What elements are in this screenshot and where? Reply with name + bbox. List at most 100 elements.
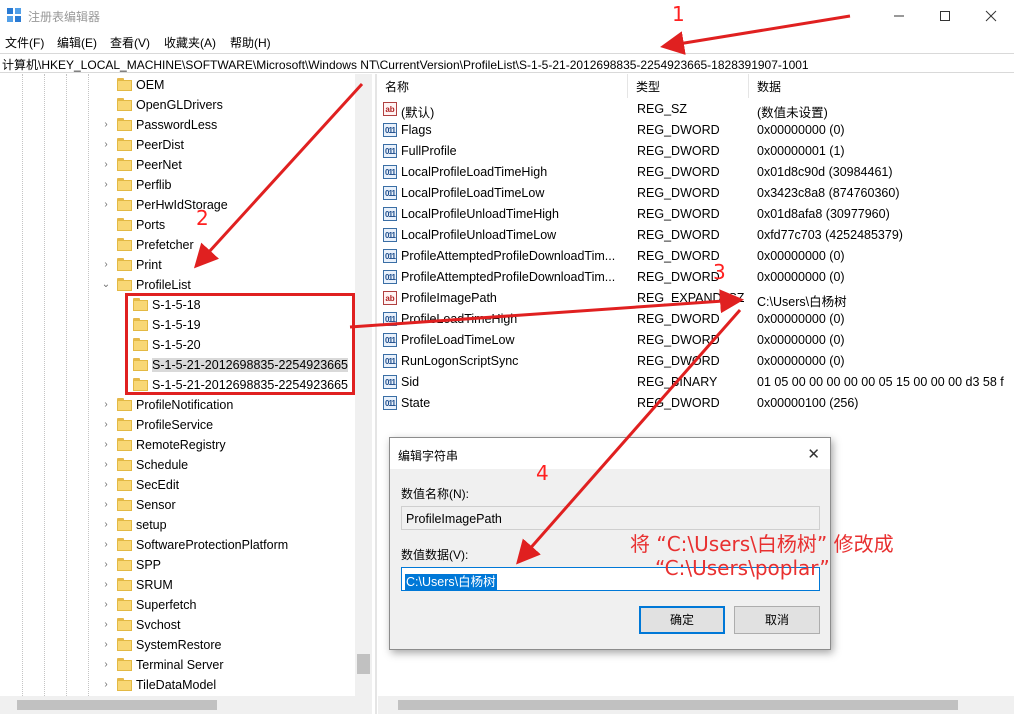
scrollbar-thumb[interactable] xyxy=(17,700,217,710)
expand-chevron-icon[interactable]: › xyxy=(101,178,111,192)
value-row[interactable]: ab (默认) REG_SZ (数值未设置) xyxy=(378,99,1014,120)
value-row[interactable]: ab ProfileImagePath REG_EXPAND_SZ C:\Users\… xyxy=(378,288,1014,309)
value-data: 0x00000000 (0) xyxy=(757,249,845,263)
value-row[interactable]: 011 State REG_DWORD 0x00000100 (256) xyxy=(378,393,1014,414)
minimize-button[interactable] xyxy=(876,0,922,31)
expand-chevron-icon[interactable]: › xyxy=(101,258,111,272)
tree-item[interactable]: Ports xyxy=(0,215,360,235)
maximize-button[interactable] xyxy=(922,0,968,31)
minimize-icon xyxy=(894,15,904,16)
menu-favorites[interactable]: 收藏夹(A) xyxy=(164,34,216,51)
tree-item[interactable]: › PasswordLess xyxy=(0,115,360,135)
column-header-name[interactable]: 名称 xyxy=(378,74,628,98)
tree-item[interactable]: › Svchost xyxy=(0,615,360,635)
expand-chevron-icon[interactable]: › xyxy=(101,198,111,212)
value-row[interactable]: 011 ProfileAttemptedProfileDownloadTim...… xyxy=(378,267,1014,288)
tree-item[interactable]: › SystemRestore xyxy=(0,635,360,655)
expand-chevron-icon[interactable]: › xyxy=(101,418,111,432)
tree-item[interactable]: › SecEdit xyxy=(0,475,360,495)
expand-chevron-icon[interactable]: › xyxy=(101,638,111,652)
tree-item-label: Svchost xyxy=(136,618,181,632)
expand-chevron-icon[interactable]: › xyxy=(101,578,111,592)
value-data: C:\Users\白杨树 xyxy=(757,295,847,309)
column-header-type[interactable]: 类型 xyxy=(629,74,749,98)
tree-item[interactable]: Prefetcher xyxy=(0,235,360,255)
expand-chevron-icon[interactable]: › xyxy=(101,538,111,552)
scrollbar-thumb[interactable] xyxy=(357,654,370,674)
ok-button[interactable]: 确定 xyxy=(639,606,725,634)
expand-chevron-icon[interactable]: › xyxy=(101,558,111,572)
tree-item[interactable]: › TileDataModel xyxy=(0,675,360,695)
tree-item[interactable]: ⌄ ProfileList xyxy=(0,275,360,295)
expand-chevron-icon[interactable]: › xyxy=(101,438,111,452)
value-data: 0x00000000 (0) xyxy=(757,333,845,347)
expand-chevron-icon[interactable]: › xyxy=(101,618,111,632)
tree-item[interactable]: › ProfileService xyxy=(0,415,360,435)
tree-item[interactable]: › SRUM xyxy=(0,575,360,595)
tree-item[interactable]: › Print xyxy=(0,255,360,275)
value-row[interactable]: 011 FullProfile REG_DWORD 0x00000001 (1) xyxy=(378,141,1014,162)
tree-item[interactable]: › Sensor xyxy=(0,495,360,515)
menu-help[interactable]: 帮助(H) xyxy=(230,34,271,51)
cancel-button[interactable]: 取消 xyxy=(734,606,820,634)
tree-item[interactable]: › PeerDist xyxy=(0,135,360,155)
value-row[interactable]: 011 LocalProfileLoadTimeHigh REG_DWORD 0x01… xyxy=(378,162,1014,183)
folder-icon xyxy=(117,238,132,251)
value-row[interactable]: 011 LocalProfileLoadTimeLow REG_DWORD 0x342… xyxy=(378,183,1014,204)
value-data: 01 05 00 00 00 00 00 05 15 00 00 00 d3 5… xyxy=(757,375,1004,389)
expand-chevron-icon[interactable]: › xyxy=(101,518,111,532)
tree-item-label: Print xyxy=(136,258,162,272)
menu-file[interactable]: 文件(F) xyxy=(5,34,44,51)
expand-chevron-icon[interactable]: › xyxy=(101,658,111,672)
value-name: RunLogonScriptSync xyxy=(401,354,519,368)
tree-item[interactable]: OpenGLDrivers xyxy=(0,95,360,115)
folder-icon xyxy=(117,118,132,131)
tree-vertical-scrollbar[interactable] xyxy=(355,74,372,696)
tree-item[interactable]: › Terminal Server xyxy=(0,655,360,675)
expand-chevron-icon[interactable]: › xyxy=(101,158,111,172)
tree-item[interactable]: › RemoteRegistry xyxy=(0,435,360,455)
tree-horizontal-scrollbar[interactable] xyxy=(0,696,372,714)
pane-splitter[interactable] xyxy=(375,74,377,714)
list-horizontal-scrollbar[interactable] xyxy=(378,696,1014,714)
value-type: REG_SZ xyxy=(637,102,688,116)
tree-item[interactable]: › Superfetch xyxy=(0,595,360,615)
tree-item[interactable]: › Perflib xyxy=(0,175,360,195)
expand-chevron-icon[interactable]: › xyxy=(101,398,111,412)
expand-chevron-icon[interactable]: › xyxy=(101,138,111,152)
value-name: State xyxy=(401,396,431,410)
tree-item[interactable]: OEM xyxy=(0,75,360,95)
expand-chevron-icon[interactable]: › xyxy=(101,478,111,492)
column-header-data[interactable]: 数据 xyxy=(750,74,1014,98)
value-row[interactable]: 011 Flags REG_DWORD 0x00000000 (0) xyxy=(378,120,1014,141)
close-button[interactable] xyxy=(968,0,1014,31)
value-row[interactable]: 011 ProfileLoadTimeHigh REG_DWORD 0x0000000… xyxy=(378,309,1014,330)
tree-item[interactable]: › ProfileNotification xyxy=(0,395,360,415)
expand-chevron-icon[interactable]: › xyxy=(101,678,111,692)
menu-view[interactable]: 查看(V) xyxy=(110,34,150,51)
menu-edit[interactable]: 编辑(E) xyxy=(57,34,97,51)
tree-item-label: Terminal Server xyxy=(136,658,224,672)
tree-item[interactable]: › PerHwIdStorage xyxy=(0,195,360,215)
dialog-close-icon[interactable]: ✕ xyxy=(807,445,820,463)
tree-item[interactable]: › Schedule xyxy=(0,455,360,475)
value-row[interactable]: 011 Sid REG_BINARY 01 05 00 00 00 00 00 05 … xyxy=(378,372,1014,393)
expand-chevron-icon[interactable]: › xyxy=(101,118,111,132)
collapse-chevron-icon[interactable]: ⌄ xyxy=(101,278,111,292)
value-row[interactable]: 011 LocalProfileUnloadTimeHigh REG_DWORD 0x… xyxy=(378,204,1014,225)
binary-value-icon: 011 xyxy=(383,333,397,347)
tree-item[interactable]: › SPP xyxy=(0,555,360,575)
value-row[interactable]: 011 RunLogonScriptSync REG_DWORD 0x00000000… xyxy=(378,351,1014,372)
expand-chevron-icon[interactable]: › xyxy=(101,598,111,612)
value-row[interactable]: 011 LocalProfileUnloadTimeLow REG_DWORD 0xf… xyxy=(378,225,1014,246)
scrollbar-thumb[interactable] xyxy=(398,700,958,710)
expand-chevron-icon[interactable]: › xyxy=(101,498,111,512)
expand-chevron-icon[interactable]: › xyxy=(101,458,111,472)
address-bar[interactable]: 计算机\HKEY_LOCAL_MACHINE\SOFTWARE\Microsof… xyxy=(0,53,1014,73)
value-name-field: ProfileImagePath xyxy=(401,506,820,530)
tree-item[interactable]: › SoftwareProtectionPlatform xyxy=(0,535,360,555)
tree-item[interactable]: › setup xyxy=(0,515,360,535)
tree-item[interactable]: › PeerNet xyxy=(0,155,360,175)
value-row[interactable]: 011 ProfileLoadTimeLow REG_DWORD 0x00000000… xyxy=(378,330,1014,351)
value-row[interactable]: 011 ProfileAttemptedProfileDownloadTim...… xyxy=(378,246,1014,267)
